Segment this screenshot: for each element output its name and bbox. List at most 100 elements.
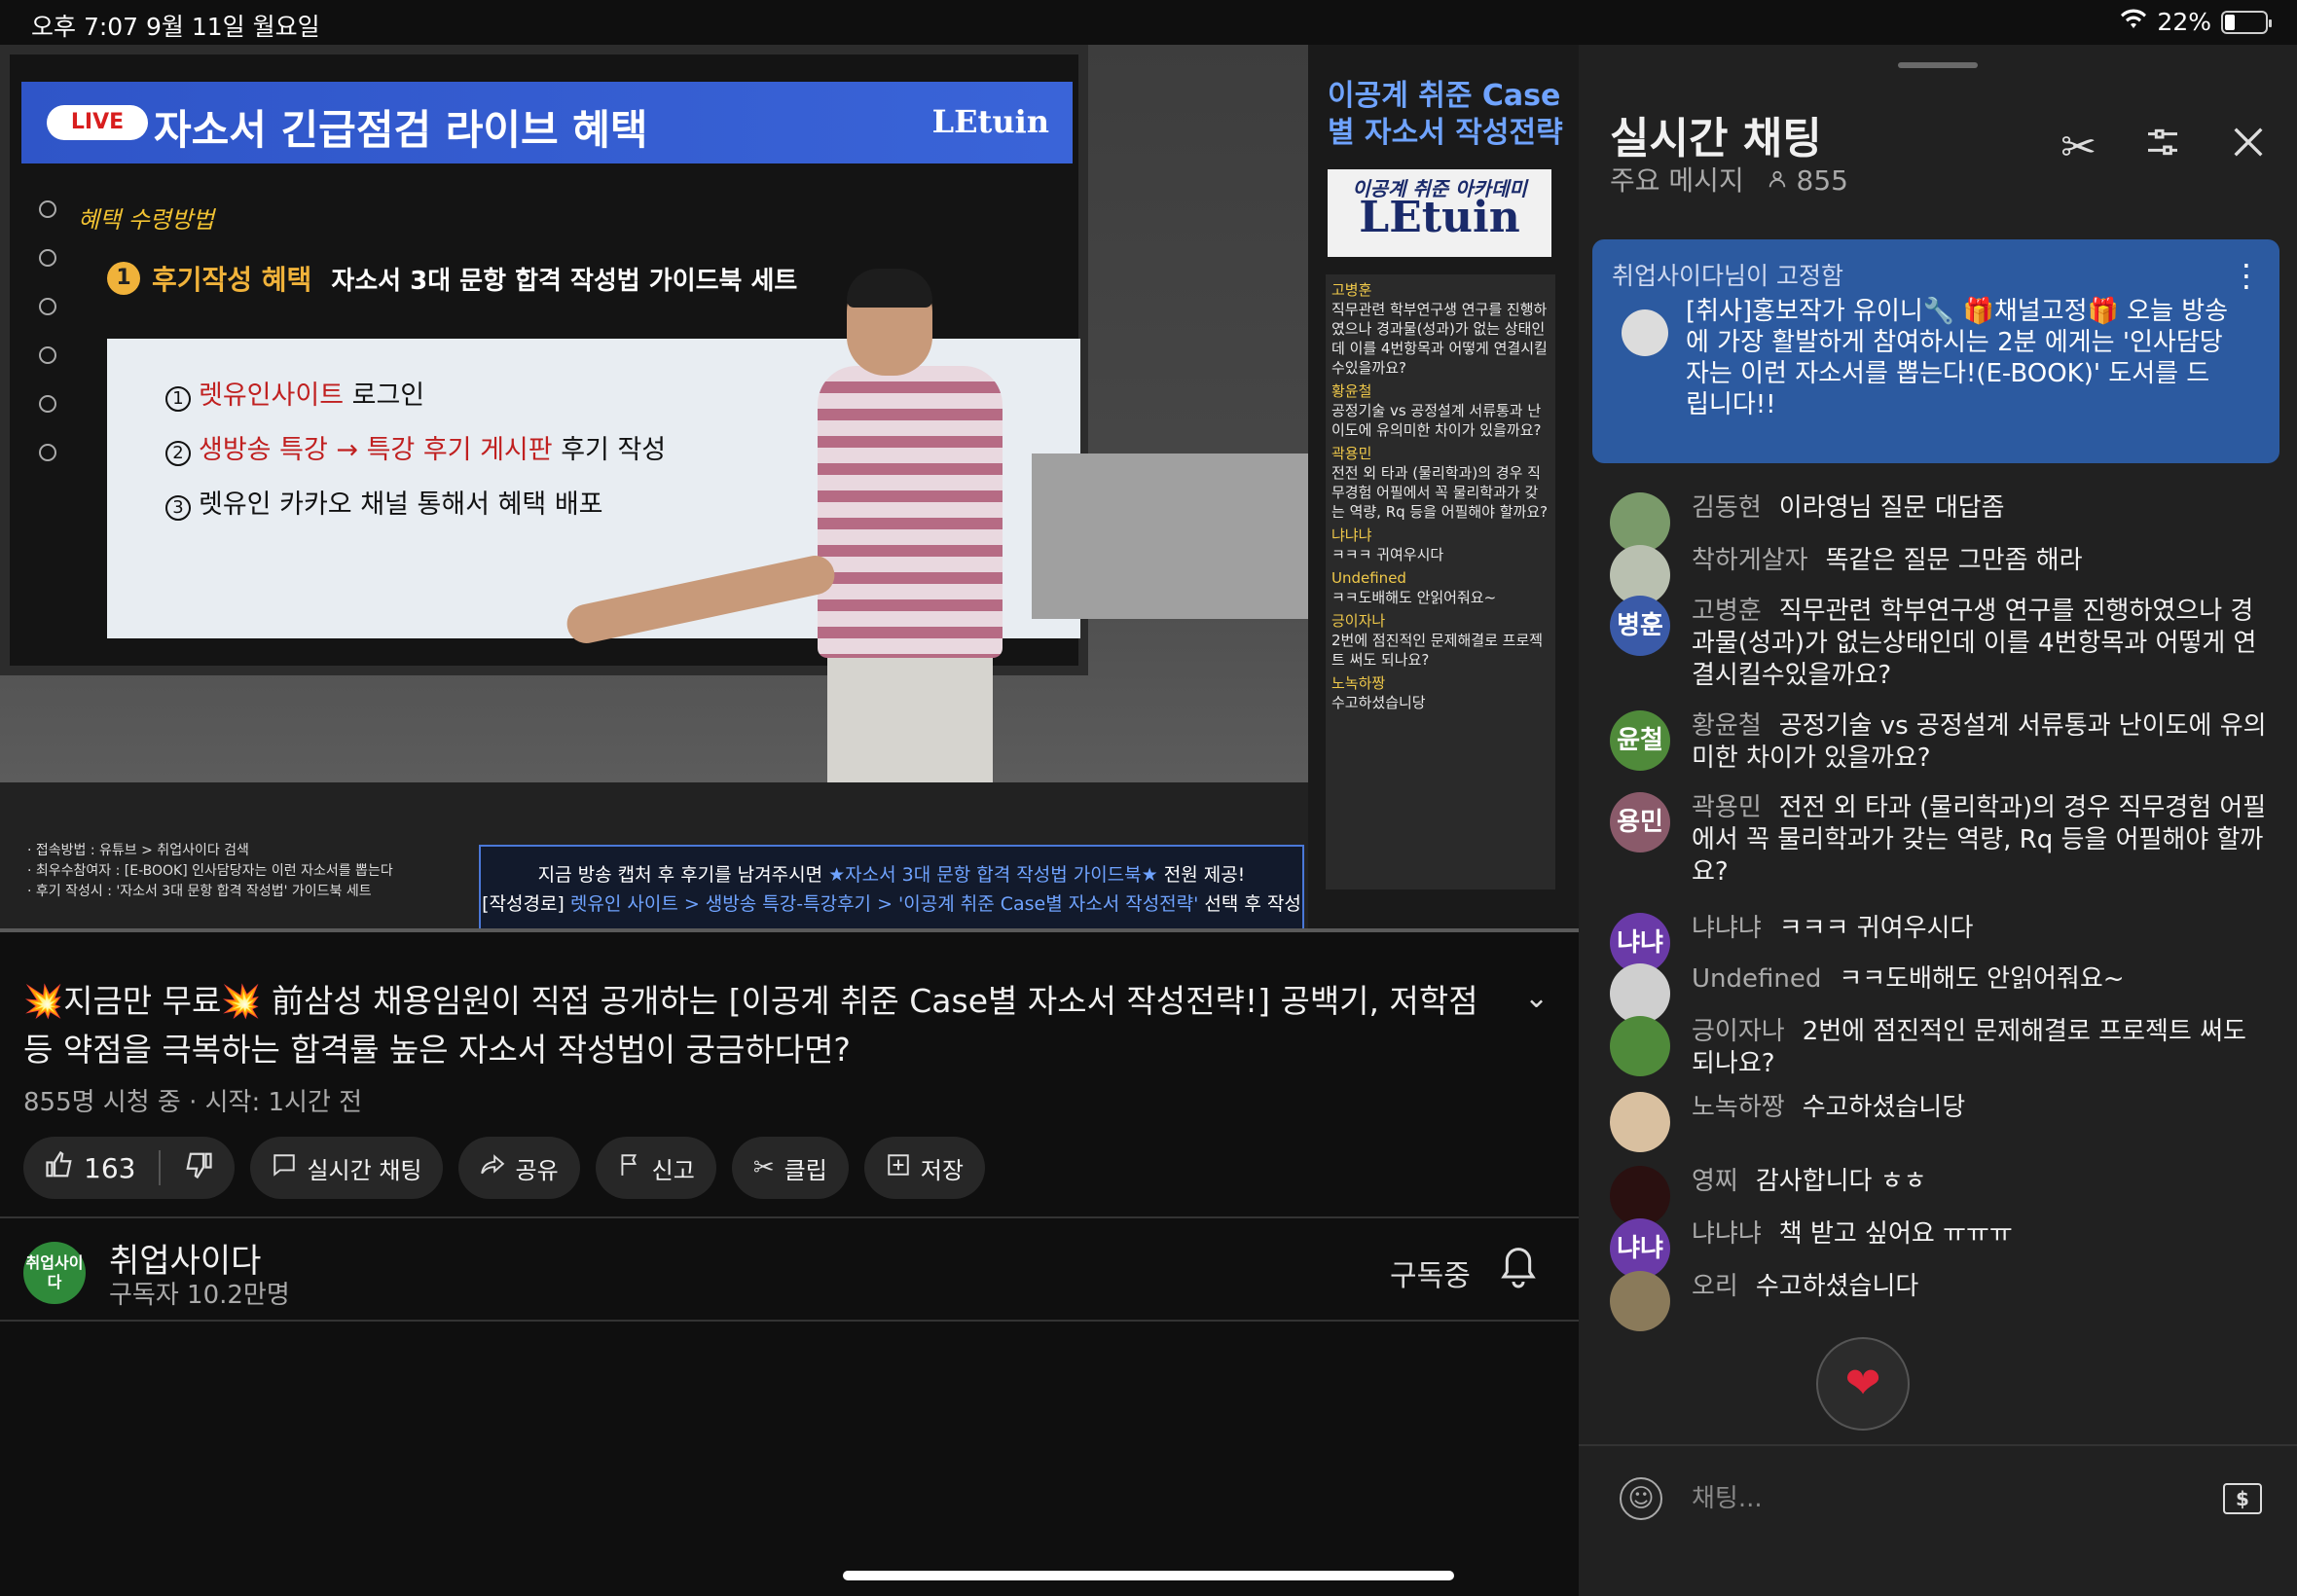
avatar: [1610, 963, 1670, 1024]
chat-text: ㅋㅋ도배해도 안읽어줘요~: [1839, 964, 2125, 994]
status-bar: 오후 7:07 9월 11일 월요일 22%: [0, 0, 2297, 45]
chat-author: 고병훈: [1692, 597, 1762, 626]
close-icon[interactable]: [2229, 123, 2268, 172]
live-chat-panel: 실시간 채팅 주요 메시지 855 ✂ 취업사이다님이 고정함 [취사]홍보작가…: [1579, 45, 2297, 1596]
save-button[interactable]: 저장: [863, 1137, 985, 1199]
avatar: [1610, 1166, 1670, 1226]
scissors-icon[interactable]: ✂: [2060, 123, 2096, 172]
side-chat-line: 황윤철 공정기술 vs 공정설계 서류통과 난이도에 유의미한 차이가 있을까요?: [1331, 382, 1542, 439]
video-player[interactable]: LIVE 자소서 긴급점검 라이브 혜택 LEtuin 혜택 수령방법 1 후기…: [0, 45, 1579, 932]
status-right: 22%: [2120, 8, 2272, 36]
step-subtitle: 자소서 3대 문항 합격 작성법 가이드북 세트: [331, 266, 798, 296]
chat-text: 수고하셨습니당: [1802, 1093, 1966, 1122]
slide-side-icons: [39, 200, 58, 492]
avatar: 병훈: [1610, 596, 1670, 656]
video-meta: 855명 시청 중 · 시작: 1시간 전: [23, 1088, 363, 1117]
flag-icon: [617, 1152, 642, 1184]
chat-author: 긍이자나: [1692, 1017, 1785, 1046]
scissors-icon: ✂: [752, 1153, 775, 1182]
slide-logo: LEtuin: [931, 103, 1049, 140]
chat-text: 전전 외 타과 (물리학과)의 경우 직무경험 어필에서 꼭 물리학과가 갖는 …: [1692, 793, 2267, 887]
side-chat-line: 냐냐냐 ㅋㅋㅋ 귀여우시다: [1331, 526, 1444, 563]
channel-avatar[interactable]: 취업사이다: [23, 1242, 86, 1304]
settings-sliders-icon[interactable]: [2143, 123, 2182, 172]
bell-icon[interactable]: [1499, 1244, 1538, 1290]
viewer-count: 855: [1796, 164, 1848, 197]
share-button[interactable]: 공유: [458, 1137, 580, 1199]
avatar: 윤철: [1610, 710, 1670, 771]
live-badge: LIVE: [47, 105, 148, 140]
side-chat-line: 노녹하짱 수고하셨습니당: [1331, 674, 1426, 711]
add-playlist-icon: [886, 1152, 911, 1184]
status-time: 오후 7:07: [31, 13, 139, 41]
chat-author: 김동현: [1692, 493, 1762, 523]
chevron-down-icon[interactable]: ⌄: [1524, 981, 1549, 1015]
stream-info-text: · 접속방법 : 유튜브 > 취업사이다 검색 · 최우수참여자 : [E-BO…: [27, 843, 393, 899]
thumbs-up-icon[interactable]: [45, 1150, 74, 1186]
heart-reaction-button[interactable]: ❤: [1816, 1337, 1910, 1431]
avatar: 냐냐: [1610, 1218, 1670, 1279]
stream-side-panel: 이공계 취준 Case별 자소서 작성전략 이공계 취준 아카데미 LEtuin…: [1308, 45, 1579, 932]
emoji-icon[interactable]: ☺: [1620, 1477, 1662, 1520]
whiteboard-line: 2 생방송 특강 → 특강 후기 게시판 후기 작성: [165, 428, 666, 466]
side-panel-chat: 고병훈 직무관련 학부연구생 연구를 진행하였으나 경과물(성과)가 없는 상태인…: [1326, 274, 1555, 889]
slide-title: 자소서 긴급점검 라이브 혜택: [154, 106, 648, 154]
chat-text: ㅋㅋㅋ 귀여우시다: [1778, 914, 1974, 943]
avatar: [1610, 492, 1670, 553]
chat-text: 공정기술 vs 공정설계 서류통과 난이도에 유의미한 차이가 있을까요?: [1692, 711, 2267, 773]
chat-text: 감사합니다 ㅎㅎ: [1755, 1167, 1927, 1196]
slide-banner: LIVE 자소서 긴급점검 라이브 혜택 LEtuin: [21, 82, 1073, 163]
chat-text: 수고하셨습니다: [1755, 1272, 1919, 1301]
avatar: [1622, 309, 1668, 356]
chat-text: 이라영님 질문 대답좀: [1778, 493, 2005, 523]
stream-lower-strip: · 접속방법 : 유튜브 > 취업사이다 검색 · 최우수참여자 : [E-BO…: [0, 782, 1308, 932]
slide-subtitle: 혜택 수령방법: [78, 206, 215, 234]
chat-author: 영찌: [1692, 1167, 1738, 1196]
subscribed-button[interactable]: 구독중: [1390, 1251, 1471, 1294]
super-chat-icon[interactable]: $: [2223, 1483, 2262, 1514]
battery-fill: [2225, 14, 2235, 30]
chat-author: 냐냐냐: [1692, 1219, 1762, 1249]
avatar: [1610, 1016, 1670, 1076]
like-dislike-group: 163: [23, 1137, 236, 1199]
side-chat-line: 고병훈 직무관련 학부연구생 연구를 진행하였으나 경과물(성과)가 없는 상태인…: [1331, 281, 1548, 377]
pinned-text: [취사]홍보작가 유이니🔧 🎁채널고정🎁 오늘 방송에 가장 활발하게 참여하시…: [1686, 297, 2229, 419]
report-button[interactable]: 신고: [595, 1137, 716, 1199]
chat-filter-label[interactable]: 주요 메시지: [1610, 164, 1744, 197]
chat-icon: [272, 1152, 297, 1184]
channel-row: 취업사이다 취업사이다 구독자 10.2만명 구독중: [0, 1218, 1579, 1320]
drag-handle[interactable]: [1898, 62, 1978, 68]
like-count[interactable]: 163: [84, 1152, 135, 1184]
side-chat-line: 곽용민 전전 외 타과 (물리학과)의 경우 직무경험 어필에서 꼭 물리학과가 …: [1331, 445, 1549, 521]
chat-author: 오리: [1692, 1272, 1738, 1301]
step-title: 후기작성 혜택: [152, 264, 312, 296]
battery-percent: 22%: [2157, 8, 2211, 36]
chat-author: 냐냐냐: [1692, 914, 1762, 943]
pinned-message[interactable]: 취업사이다님이 고정함 [취사]홍보작가 유이니🔧 🎁채널고정🎁 오늘 방송에 …: [1592, 239, 2279, 463]
chat-input-bar: ☺ $: [1579, 1444, 2297, 1596]
chat-author: Undefined: [1692, 964, 1822, 994]
side-chat-line: Undefined ㅋㅋ도배해도 안읽어줘요~: [1331, 569, 1497, 606]
chat-text: 똑같은 질문 그만좀 해라: [1825, 546, 2083, 575]
action-bar: 163 실시간 채팅 공유 신고 ✂ 클립 저장: [23, 1137, 985, 1199]
chat-author: 착하게살자: [1692, 546, 1808, 575]
whiteboard-line: 3 렛유인 카카오 채널 통해서 혜택 배포: [165, 483, 603, 521]
chat-input[interactable]: [1692, 1473, 2159, 1524]
divider: [0, 1320, 1579, 1322]
video-progress-bar[interactable]: [0, 928, 1579, 932]
stream-notice: 지금 방송 캡처 후 후기를 남겨주시면 ★자소서 3대 문항 합격 작성법 가…: [479, 845, 1304, 932]
desk: [1032, 453, 1308, 619]
video-frame: LIVE 자소서 긴급점검 라이브 혜택 LEtuin 혜택 수령방법 1 후기…: [0, 45, 1308, 782]
thumbs-down-icon[interactable]: [184, 1150, 213, 1186]
chat-subtitle[interactable]: 주요 메시지 855: [1610, 160, 1848, 199]
person-icon: [1767, 164, 1797, 197]
side-chat-line: 긍이자나 2번에 점진적인 문제해결로 프로젝트 써도 되나요?: [1331, 612, 1544, 669]
more-vertical-icon[interactable]: ⋮: [2231, 257, 2262, 294]
step-number: 1: [107, 262, 140, 295]
clip-button[interactable]: ✂ 클립: [731, 1137, 849, 1199]
divider: [159, 1150, 162, 1185]
wifi-icon: [2120, 8, 2147, 36]
home-indicator[interactable]: [843, 1571, 1454, 1580]
status-date: 9월 11일 월요일: [146, 13, 320, 41]
live-chat-button[interactable]: 실시간 채팅: [250, 1137, 444, 1199]
